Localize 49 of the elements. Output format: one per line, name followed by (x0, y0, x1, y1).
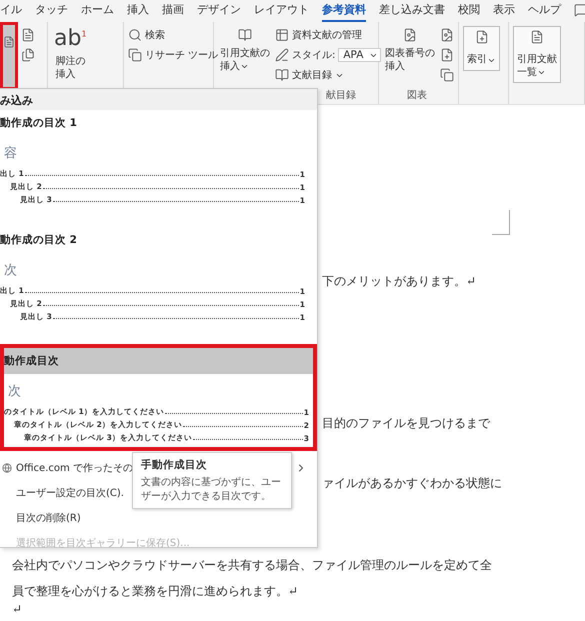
ribbon-tab[interactable]: 校閲 (458, 0, 480, 22)
ribbon-button[interactable]: 文献目録 (275, 68, 382, 82)
toc-preview-title: 次 (7, 383, 22, 401)
group-label: 献目録 (325, 88, 357, 103)
ribbon-button[interactable]: 図表番号の 挿入 (383, 26, 437, 75)
document-paragraph: 目的のファイルを見つけるまで (322, 415, 492, 432)
ribbon-tab[interactable]: 差し込み文書 (379, 0, 445, 22)
ribbon-tab[interactable]: 描画 (162, 0, 184, 22)
ribbon-tab[interactable]: イル (0, 0, 22, 22)
ribbon-tab[interactable]: 表示 (493, 0, 515, 22)
globe-icon (2, 462, 12, 472)
ribbon-tab[interactable]: ヘルプ (528, 0, 561, 22)
style-selector[interactable]: スタイル: APA (275, 48, 382, 62)
comment-icon (574, 2, 585, 16)
ribbon-tab[interactable]: レイアウト (254, 0, 309, 22)
document-paragraph: ↵ (12, 601, 24, 618)
table-icon (275, 28, 289, 42)
pen-icon (275, 48, 289, 62)
style-dropdown[interactable]: APA (338, 48, 382, 62)
book-icon (275, 68, 289, 82)
pages-icon (128, 48, 142, 62)
group-label: 図表 (406, 88, 428, 103)
toc-preview-title: 容 (3, 145, 18, 163)
search-icon (128, 28, 142, 42)
tooltip-title: 手動作成目次 (141, 458, 208, 472)
document-paragraph: 会社内でパソコンやクラウドサーバーを共有する場合、ファイル管理のルールを定めて全員で整理を心がけると業務を円滑に進められます。↵ (12, 557, 493, 600)
page-corner-mark (492, 210, 510, 235)
ribbon-button[interactable]: 資料文献の管理 (275, 28, 382, 42)
menu-item[interactable]: ユーザー設定の目次(C). (0, 480, 126, 505)
table-of-contents-button[interactable] (0, 22, 18, 90)
ribbon-tab[interactable]: ホーム (81, 0, 114, 22)
tooltip-text: 文書の内容に基づかずに、ユーザーが入力できる目次です。 (141, 476, 282, 503)
gallery-item-title: 動作成の目次 1 (0, 116, 78, 131)
gallery-item-title: 動作成目次 (4, 348, 313, 374)
ribbon-button[interactable]: 索引 (463, 26, 500, 70)
ribbon-button[interactable]: 検索 (128, 28, 218, 42)
section-header: み込み (0, 89, 317, 110)
ribbon-button[interactable]: 引用文献の 挿入 (218, 26, 272, 75)
ribbon-button[interactable]: リサーチ ツール (128, 48, 218, 62)
toc-preview-title: 次 (3, 262, 18, 280)
ribbon-button[interactable]: ab$^{1}$ 脚注の 挿入 (52, 26, 89, 83)
gallery-item-title: 動作成の目次 2 (0, 233, 78, 248)
document-paragraph: ァイルがあるかすぐわかる状態に (322, 475, 503, 492)
ribbon-tab[interactable]: タッチ (35, 0, 68, 22)
ribbon-tab[interactable]: 挿入 (127, 0, 149, 22)
ribbon-button[interactable]: 引用文献 一覧 (513, 26, 561, 83)
document-paragraph: 下のメリットがあります。↵ (322, 273, 478, 290)
ribbon-tab[interactable]: デザイン (197, 0, 241, 22)
menu-item[interactable]: 目次の削除(R) (0, 505, 83, 530)
